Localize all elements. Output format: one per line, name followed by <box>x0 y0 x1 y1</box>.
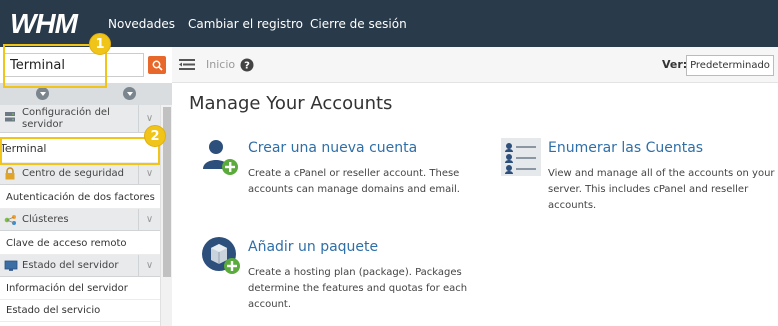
feature-create-account-desc: Create a cPanel or reseller account. The… <box>248 166 460 198</box>
desc-line: View and manage all of the accounts on y… <box>548 168 775 179</box>
feature-add-package-desc: Create a hosting plan (package). Package… <box>248 265 467 313</box>
account-list-icon[interactable] <box>501 138 541 176</box>
sidebar-item-two-factor[interactable]: Autenticación de dos factores <box>0 187 160 209</box>
category-configuracion-servidor[interactable]: Configuración del servidor ∨ <box>0 105 160 133</box>
feature-list-accounts[interactable]: Enumerar las Cuentas <box>548 140 703 156</box>
chevron-down-icon: ∨ <box>138 209 160 230</box>
lock-icon <box>5 167 15 180</box>
desc-line: server. This includes cPanel and reselle… <box>548 184 749 195</box>
desc-line: determine the features and quotas for ea… <box>248 283 468 294</box>
desc-line: accounts. <box>548 200 597 211</box>
cluster-icon <box>4 215 16 225</box>
category-label: Clústeres <box>22 214 69 225</box>
view-select-button[interactable]: Predeterminado <box>686 55 774 76</box>
sidebar-item-server-info[interactable]: Información del servidor <box>0 278 160 300</box>
sidebar-item-label: Clave de acceso remoto <box>6 238 127 249</box>
add-user-icon[interactable] <box>200 137 240 177</box>
chevron-down-icon: ∨ <box>138 255 160 276</box>
page-title: Manage Your Accounts <box>189 93 393 114</box>
nav-cierre-sesion[interactable]: Cierre de sesión <box>310 0 407 47</box>
monitor-icon <box>4 260 18 271</box>
nav-cambiar-registro-label[interactable]: Cambiar el registro <box>188 17 303 31</box>
view-select-value: Predeterminado <box>690 60 770 71</box>
nav-novedades[interactable]: Novedades <box>108 0 175 47</box>
step-badge-2: 2 <box>144 125 166 147</box>
collapse-all-button[interactable] <box>36 87 49 100</box>
help-icon[interactable]: ? <box>240 58 254 72</box>
expand-all-button[interactable] <box>123 87 136 100</box>
svg-text:?: ? <box>244 61 250 72</box>
sidebar-item-label: Autenticación de dos factores <box>6 192 155 203</box>
sidebar-item-label: Estado del servicio <box>6 305 101 316</box>
desc-line: Create a hosting plan (package). Package… <box>248 267 462 278</box>
step-badge-1: 1 <box>89 33 111 55</box>
search-icon <box>152 60 163 71</box>
sidebar-item-remote-access-key[interactable]: Clave de acceso remoto <box>0 233 160 255</box>
breadcrumb-home[interactable]: Inicio <box>206 58 235 71</box>
whm-logo[interactable]: WHM <box>10 8 78 40</box>
category-label: Centro de seguridad <box>22 168 125 179</box>
highlight-box-terminal <box>0 137 160 165</box>
server-config-icon <box>5 112 15 122</box>
category-centro-seguridad[interactable]: Centro de seguridad ∨ <box>0 163 160 185</box>
feature-create-account[interactable]: Crear una nueva cuenta <box>248 140 417 156</box>
category-label: Estado del servidor <box>22 260 119 271</box>
nav-novedades-label[interactable]: Novedades <box>108 17 175 31</box>
top-bar: WHM Novedades Cambiar el registro Cierre… <box>0 0 778 47</box>
sidebar-item-label: Información del servidor <box>6 283 128 294</box>
category-label: Configuración del servidor <box>22 107 110 130</box>
desc-line: account. <box>248 299 292 310</box>
sidebar: Configuración del servidor ∨ Terminal Ce… <box>0 47 172 326</box>
search-button[interactable] <box>148 56 166 74</box>
desc-line: accounts can manage domains and email. <box>248 184 460 195</box>
feature-add-package[interactable]: Añadir un paquete <box>248 239 378 255</box>
category-clusteres[interactable]: Clústeres ∨ <box>0 209 160 231</box>
nav-cierre-sesion-label[interactable]: Cierre de sesión <box>310 17 407 31</box>
desc-line: Create a cPanel or reseller account. The… <box>248 168 460 179</box>
hamburger-menu-icon[interactable] <box>179 58 195 71</box>
feature-list-accounts-desc: View and manage all of the accounts on y… <box>548 166 775 214</box>
view-label: Ver: <box>662 58 688 71</box>
add-package-icon[interactable] <box>201 236 243 276</box>
nav-cambiar-registro[interactable]: Cambiar el registro <box>188 0 303 47</box>
sidebar-item-service-status[interactable]: Estado del servicio <box>0 300 160 322</box>
category-estado-servidor[interactable]: Estado del servidor ∨ <box>0 255 160 277</box>
breadcrumb-bar: Inicio ? Ver: Predeterminado <box>172 47 778 83</box>
chevron-down-icon: ∨ <box>138 163 160 184</box>
